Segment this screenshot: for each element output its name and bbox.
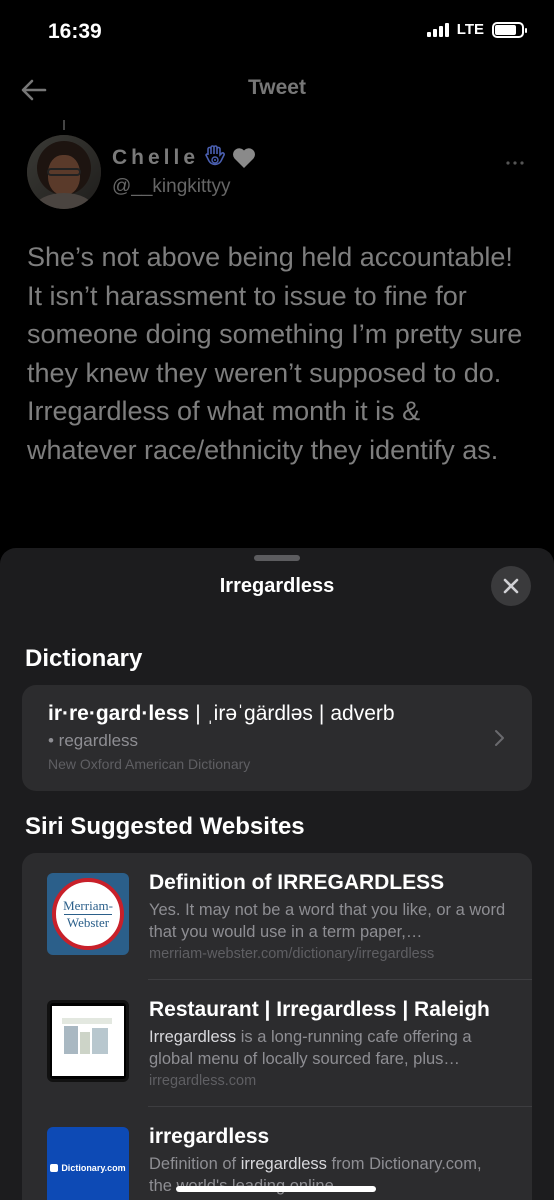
signal-icon — [426, 22, 449, 37]
dictionary-word: ir·re·gard·less — [48, 702, 190, 725]
merriam-webster-logo: Merriam- Webster — [47, 873, 129, 955]
sheet-grabber[interactable] — [254, 555, 300, 561]
status-indicators: LTE — [426, 21, 527, 38]
tweet: Chelle @__kingkittyy She’s not above bei… — [0, 120, 554, 560]
home-indicator[interactable] — [176, 1186, 376, 1192]
battery-icon — [492, 21, 527, 38]
dictionary-com-logo: Dictionary.com — [47, 1127, 129, 1200]
avatar[interactable] — [27, 135, 101, 209]
display-name-text: Chelle — [112, 146, 200, 169]
nav-header: Tweet — [0, 66, 554, 114]
website-row-irregardless-restaurant[interactable]: Restaurant | Irregardless | Raleigh Irre… — [22, 980, 532, 1107]
dictionary-pronunciation: ˌirəˈgärdləs — [206, 702, 313, 725]
user-handle[interactable]: @__kingkittyy — [112, 176, 231, 198]
page-title: Tweet — [248, 76, 306, 99]
dictionary-part-of-speech: adverb — [330, 702, 395, 725]
thread-line — [63, 120, 65, 130]
website-title: Restaurant | Irregardless | Raleigh — [149, 998, 490, 1021]
chevron-right-icon — [495, 730, 504, 746]
websites-section-title: Siri Suggested Websites — [25, 813, 305, 840]
website-url: merriam-webster.com/dictionary/irregardl… — [149, 946, 435, 962]
dictionary-definition: • regardless — [48, 731, 139, 750]
more-icon — [506, 161, 524, 165]
lookup-sheet: Irregardless Dictionary ir·re·gard·less |… — [0, 548, 554, 1200]
website-title: irregardless — [149, 1125, 270, 1148]
more-options-button[interactable] — [506, 150, 524, 171]
sheet-title: Irregardless — [219, 575, 335, 597]
network-label: LTE — [456, 21, 484, 38]
websites-card: Merriam- Webster Definition of IRREGARDL… — [22, 853, 532, 1200]
website-title: Definition of IRREGARDLESS — [149, 871, 445, 894]
website-description: Yes. It may not be a word that you like,… — [149, 901, 506, 941]
status-time: 16:39 — [48, 20, 102, 43]
restaurant-thumbnail — [47, 1000, 129, 1082]
heart-icon — [233, 148, 255, 168]
website-description: Irregardless is a long-running cafe offe… — [149, 1028, 472, 1068]
website-row-merriam-webster[interactable]: Merriam- Webster Definition of IRREGARDL… — [22, 853, 532, 980]
website-url: irregardless.com — [149, 1073, 257, 1089]
display-name[interactable]: Chelle — [112, 145, 257, 171]
hamsa-hand-icon — [205, 145, 225, 166]
close-icon — [503, 578, 519, 594]
dictionary-source: New Oxford American Dictionary — [48, 756, 251, 772]
close-button[interactable] — [491, 566, 531, 606]
tweet-text: She’s not above being held accountable! … — [27, 242, 523, 465]
dictionary-card[interactable]: ir·re·gard·less | ˌirəˈgärdləs | adverb • re… — [22, 685, 532, 791]
dictionary-entry: ir·re·gard·less | ˌirəˈgärdləs | adverb — [48, 702, 395, 725]
dictionary-section-title: Dictionary — [25, 645, 143, 672]
status-bar: 16:39 LTE — [0, 0, 554, 62]
